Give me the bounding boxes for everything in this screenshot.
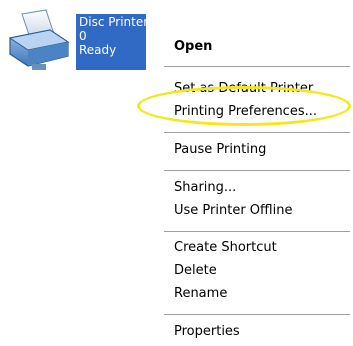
menu-item-printing-preferences[interactable]: Printing Preferences... [174, 102, 317, 122]
menu-item-create-shortcut[interactable]: Create Shortcut [174, 238, 277, 258]
printer-document-count: 0 [79, 29, 87, 43]
menu-separator [164, 170, 350, 171]
menu-separator [164, 132, 350, 133]
desktop-area: Disc Printer 0 Ready Open Set as Default… [0, 0, 353, 346]
menu-separator [164, 314, 350, 315]
printer-name: Disc Printer [79, 15, 146, 29]
menu-item-sharing[interactable]: Sharing... [174, 178, 236, 198]
menu-item-rename[interactable]: Rename [174, 284, 227, 304]
menu-item-pause-printing[interactable]: Pause Printing [174, 140, 266, 160]
printer-icon[interactable] [2, 8, 74, 72]
menu-item-set-default-printer[interactable]: Set as Default Printer [174, 79, 313, 99]
menu-separator [164, 66, 350, 67]
menu-item-open[interactable]: Open [174, 37, 212, 57]
menu-separator [164, 231, 350, 232]
printer-label[interactable]: Disc Printer 0 Ready [76, 14, 146, 70]
menu-item-use-printer-offline[interactable]: Use Printer Offline [174, 201, 292, 221]
printer-status: Ready [79, 43, 117, 57]
menu-item-delete[interactable]: Delete [174, 261, 217, 281]
context-menu: Open Set as Default Printer Printing Pre… [148, 32, 353, 346]
menu-item-properties[interactable]: Properties [174, 322, 240, 342]
